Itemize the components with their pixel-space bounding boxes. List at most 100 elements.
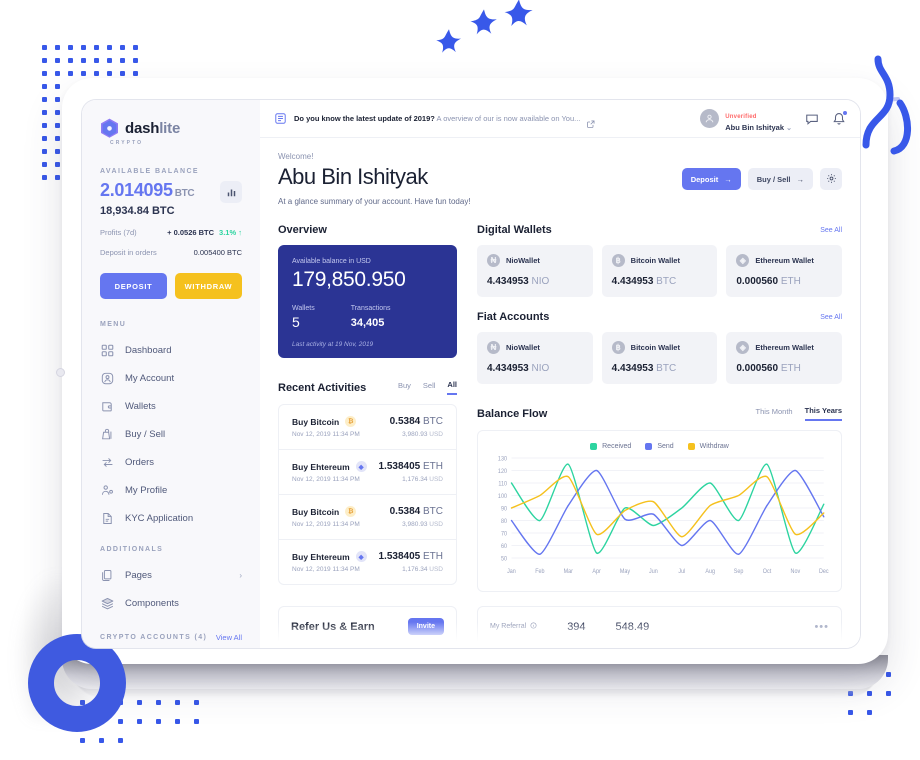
table-row[interactable]: Buy Bitcoin ₿ Nov 12, 2019 11:34 PM 0.5384 … [279,405,456,450]
table-row[interactable]: Buy Ehtereum ◆ Nov 12, 2019 11:34 PM 1.5384… [279,450,456,495]
wallet-currency: NIO [531,363,550,374]
tab-this-month[interactable]: This Month [756,407,793,420]
overview-balance-value: 179,850.950 [292,268,406,291]
main-area: Do you know the latest update of 2019? A… [260,100,860,648]
view-all-link[interactable]: View All [216,633,242,642]
sidebar-item-orders[interactable]: Orders [82,448,260,476]
activity-date: Nov 12, 2019 11:34 PM [292,476,360,483]
tab-buy[interactable]: Buy [398,381,411,394]
digital-wallets-title: Digital Wallets [477,224,552,236]
x-axis-tick: Dec [819,569,829,575]
brand-logo[interactable]: dashlite [82,100,260,139]
my-referral-card: My Referral 394 548.49 ••• [477,606,842,647]
wallet-card[interactable]: ₦ NioWallet 4.434953 NIO [477,332,593,384]
x-axis-tick: May [620,569,630,575]
chevron-right-icon: › [239,570,242,580]
crypto-account-item[interactable]: NioWallet 30.959040 NIO [82,642,260,648]
profits-label: Profits (7d) [100,228,137,237]
y-axis-tick: 80 [501,519,507,525]
menu-section-label: MENU [100,321,127,328]
bell-icon[interactable] [832,110,847,126]
x-axis-tick: Nov [791,569,801,575]
legend-item: Send [645,443,674,450]
brand-name-bold: dash [125,120,160,137]
withdraw-button[interactable]: WITHDRAW [175,273,242,299]
wallet-currency: BTC [656,276,677,287]
wallet-amount: 4.434953 [487,363,529,374]
profits-arrow-icon: ↑ [238,228,242,237]
sidebar-item-my-profile[interactable]: My Profile [82,476,260,504]
user-name: Abu Bin Ishityak [725,123,785,132]
announcement-title: Do you know the latest update of 2019? [294,114,435,123]
external-link-icon[interactable] [587,115,595,128]
wallet-name: NioWallet [506,256,540,265]
bar-chart-icon[interactable] [220,181,242,203]
overview-balance-card: Available balance in USD 179,850.950 Wal… [278,245,457,358]
top-bar-right: Unverified Abu Bin Ishityak ⌄ [700,105,847,132]
tab-all[interactable]: All [447,380,457,395]
activity-amount: 1.538405 [378,461,421,472]
sparkle-icon [502,0,536,32]
chat-icon[interactable] [805,112,819,126]
sidebar-item-label: Wallets [125,400,156,412]
fiat-accounts-see-all[interactable]: See All [820,314,842,321]
sidebar-item-label: Dashboard [125,344,172,356]
settings-button[interactable] [820,168,842,190]
sidebar: dashlite CRYPTO AVAILABLE BALANCE 2.0140… [82,100,260,648]
x-axis-tick: Feb [535,569,544,575]
grid-icon [100,343,114,357]
available-balance-value: 2.014095 [100,180,173,200]
sidebar-action-buttons: DEPOSIT WITHDRAW [82,257,260,299]
tab-sell[interactable]: Sell [423,381,436,394]
more-icon[interactable]: ••• [814,621,829,633]
digital-wallets-see-all[interactable]: See All [820,227,842,234]
announcement-banner[interactable]: Do you know the latest update of 2019? A… [274,112,595,128]
sidebar-item-components[interactable]: Components [82,589,260,617]
tab-this-years[interactable]: This Years [804,406,842,421]
deposit-button[interactable]: DEPOSIT [100,273,167,299]
y-axis-tick: 110 [498,481,507,487]
chart-legend: Received Send Withdraw [488,443,831,450]
activity-amount: 0.5384 [389,506,421,517]
y-axis-tick: 120 [498,469,507,475]
x-axis-tick: Jun [649,569,658,575]
table-row[interactable]: Buy Ehtereum ◆ Nov 12, 2019 11:34 PM 1.5384… [279,540,456,584]
sidebar-item-pages[interactable]: Pages › [82,561,260,589]
invite-button[interactable]: Invite [407,618,444,635]
sidebar-item-wallets[interactable]: Wallets [82,392,260,420]
y-axis-tick: 60 [501,544,507,550]
overview-wallets: Wallets 5 [292,305,315,330]
sidebar-item-my-account[interactable]: My Account [82,364,260,392]
buy-sell-action-button[interactable]: Buy / Sell → [747,168,813,190]
activity-usd-label: USD [429,521,443,528]
sidebar-item-buy-sell[interactable]: Buy / Sell [82,420,260,448]
info-icon[interactable] [530,622,537,631]
wallet-card[interactable]: ◈ Ethereum Wallet 0.000560 ETH [726,245,843,297]
user-circle-icon [100,371,114,385]
available-balance-label: AVAILABLE BALANCE [100,168,199,175]
left-column: Overview Available balance in USD 179,85… [278,224,457,592]
wallet-card[interactable]: ₦ NioWallet 4.434953 NIO [477,245,593,297]
activity-usd: 1,176.34 [402,566,428,573]
dashboard-columns: Overview Available balance in USD 179,85… [278,224,843,592]
x-axis-tick: Mar [564,569,573,575]
crypto-accounts-header: CRYPTO ACCOUNTS (4) View All [82,633,260,642]
legend-swatch [590,443,598,450]
wallet-card[interactable]: ฿ Bitcoin Wallet 4.434953 BTC [601,332,718,384]
recent-activities-title: Recent Activities [278,381,367,394]
sidebar-item-kyc-application[interactable]: KYC Application [82,504,260,532]
sidebar-item-dashboard[interactable]: Dashboard [82,336,260,364]
avatar [700,109,720,128]
top-bar: Do you know the latest update of 2019? A… [260,100,860,138]
recent-activities-list: Buy Bitcoin ₿ Nov 12, 2019 11:34 PM 0.5384 … [278,404,457,585]
announcement-body: A overview of our is now available on Yo… [434,114,581,123]
table-row[interactable]: Buy Bitcoin ₿ Nov 12, 2019 11:34 PM 0.5384 … [279,495,456,540]
wallet-card[interactable]: ◈ Ethereum Wallet 0.000560 ETH [726,332,843,384]
refer-us-card: Refer Us & Earn Invite [278,606,457,647]
activity-title: Buy Bitcoin [292,506,340,517]
wallet-name: Ethereum Wallet [755,256,814,265]
deposit-action-button[interactable]: Deposit → [681,168,741,190]
user-menu[interactable]: Unverified Abu Bin Ishityak ⌄ [700,105,792,132]
wallet-card[interactable]: ฿ Bitcoin Wallet 4.434953 BTC [601,245,718,297]
x-axis-tick: Apr [592,569,601,575]
